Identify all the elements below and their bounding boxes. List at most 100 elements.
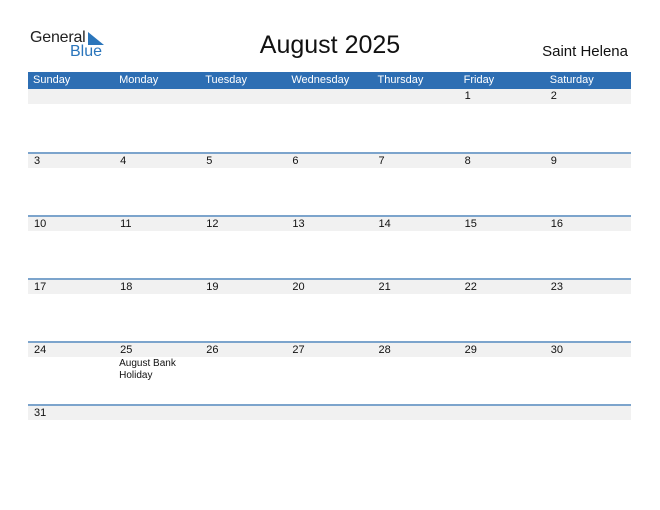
day-event — [459, 420, 545, 421]
day-event — [200, 294, 286, 295]
day-number: 7 — [378, 155, 385, 167]
day-number-band: 31 — [28, 404, 631, 420]
week-row: 10 11 12 13 14 15 16 — [28, 215, 631, 278]
weekday-header: Sunday Monday Tuesday Wednesday Thursday… — [28, 72, 631, 89]
day-event — [373, 294, 459, 295]
day-event — [200, 231, 286, 232]
day-event — [200, 104, 286, 105]
day-event — [286, 104, 372, 105]
day-number — [200, 406, 286, 420]
events-band — [28, 104, 631, 105]
day-number: 4 — [120, 155, 127, 167]
day-number: 10 — [34, 218, 47, 230]
day-event — [286, 420, 372, 421]
day-number: 15 — [464, 218, 477, 230]
day-number: 2 — [550, 90, 557, 102]
day-event — [459, 168, 545, 169]
day-number: 21 — [378, 281, 391, 293]
weekday-wednesday: Wednesday — [291, 74, 350, 86]
day-event: August Bank Holiday — [119, 358, 176, 381]
day-number-band: 10 11 12 13 14 15 16 — [28, 215, 631, 231]
day-event — [459, 294, 545, 295]
day-event — [545, 357, 631, 382]
day-event — [373, 231, 459, 232]
day-event — [28, 420, 114, 421]
day-event — [373, 357, 459, 382]
day-event — [286, 168, 372, 169]
day-number: 16 — [550, 218, 563, 230]
week-row: 3 4 5 6 7 8 9 — [28, 152, 631, 215]
day-event — [459, 104, 545, 105]
day-number — [200, 89, 286, 104]
day-event — [114, 168, 200, 169]
day-event — [28, 104, 114, 105]
day-number-band: 17 18 19 20 21 22 23 — [28, 278, 631, 294]
day-event — [373, 104, 459, 105]
day-number: 24 — [34, 344, 47, 356]
events-band: August Bank Holiday — [28, 357, 631, 382]
events-band — [28, 294, 631, 295]
day-number: 12 — [206, 218, 219, 230]
country-label: Saint Helena — [542, 43, 628, 60]
day-event — [28, 231, 114, 232]
weekday-monday: Monday — [119, 74, 159, 86]
day-event — [459, 357, 545, 382]
weekday-tuesday: Tuesday — [205, 74, 248, 86]
day-number: 13 — [292, 218, 305, 230]
day-number — [373, 406, 459, 420]
day-number: 27 — [292, 344, 305, 356]
day-number — [545, 406, 631, 420]
week-row: 12 — [28, 89, 631, 152]
day-event — [286, 357, 372, 382]
day-event — [373, 168, 459, 169]
week-row: 17 18 19 20 21 22 23 — [28, 278, 631, 341]
day-event — [28, 357, 114, 382]
week-row: 24 25 26 27 28 29 30 August Bank Holiday — [28, 341, 631, 404]
calendar-grid: Sunday Monday Tuesday Wednesday Thursday… — [28, 72, 631, 467]
day-number: 31 — [34, 407, 47, 419]
day-event — [373, 420, 459, 421]
day-event — [28, 294, 114, 295]
events-band — [28, 168, 631, 169]
day-event — [545, 168, 631, 169]
day-number: 5 — [206, 155, 213, 167]
weekday-sunday: Sunday — [33, 74, 71, 86]
day-number: 6 — [292, 155, 299, 167]
day-number: 1 — [464, 90, 471, 102]
day-event — [545, 104, 631, 105]
day-event — [545, 294, 631, 295]
day-number: 17 — [34, 281, 47, 293]
events-band — [28, 231, 631, 232]
day-event — [28, 168, 114, 169]
day-number: 11 — [120, 218, 132, 230]
day-number: 19 — [206, 281, 219, 293]
day-event — [545, 231, 631, 232]
weeks-container: 1 2 3 4 5 6 7 8 9 10 11 12 13 14 15 16 17 18 19 20 21 22 23 24 2… — [28, 89, 631, 467]
weekday-thursday: Thursday — [377, 74, 424, 86]
day-event — [114, 104, 200, 105]
day-number — [286, 89, 372, 104]
day-number: 8 — [464, 155, 471, 167]
day-event — [200, 420, 286, 421]
day-number — [114, 406, 200, 420]
events-band — [28, 420, 631, 421]
day-number: 3 — [34, 155, 41, 167]
day-number — [28, 89, 114, 104]
day-event — [459, 231, 545, 232]
day-event — [114, 294, 200, 295]
day-number: 26 — [206, 344, 219, 356]
day-number: 14 — [378, 218, 391, 230]
day-number-band: 3 4 5 6 7 8 9 — [28, 152, 631, 168]
weekday-friday: Friday — [463, 74, 495, 86]
day-number: 18 — [120, 281, 133, 293]
day-event — [545, 420, 631, 421]
day-event — [286, 294, 372, 295]
day-number-band: 12 — [28, 89, 631, 104]
day-number — [373, 89, 459, 104]
day-event — [114, 420, 200, 421]
day-number: 29 — [464, 344, 477, 356]
day-event — [200, 168, 286, 169]
weekday-saturday: Saturday — [549, 74, 594, 86]
day-number: 25 — [120, 344, 133, 356]
day-number: 28 — [378, 344, 391, 356]
